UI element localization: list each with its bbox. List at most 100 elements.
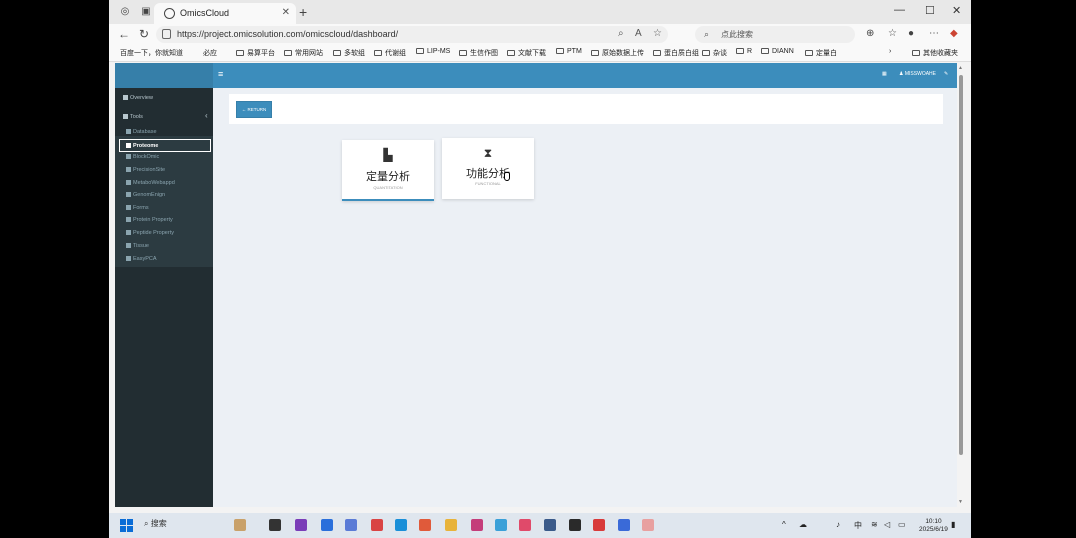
sidebar-toggle-icon[interactable]: ≡: [218, 69, 223, 79]
bookmark-item[interactable]: R: [736, 48, 752, 55]
sidebar-item-tools[interactable]: Tools: [123, 114, 143, 120]
edge-icon[interactable]: [395, 519, 407, 531]
copilot-icon[interactable]: ◆: [950, 28, 958, 39]
sidebar-item-precisionsite[interactable]: PrecisionSite: [126, 167, 165, 173]
bookmarks-bar: 百度一下，你就知道 必应 易算平台 常用网站 多软组 代谢组 LIP-MS 生信…: [109, 45, 971, 62]
workspaces-icon[interactable]: ◎: [119, 6, 131, 18]
onenote-icon[interactable]: [295, 519, 307, 531]
cloud-icon[interactable]: ☁: [799, 520, 807, 529]
bookmark-item[interactable]: LIP-MS: [416, 48, 450, 55]
scroll-up-icon[interactable]: ▲: [958, 65, 963, 71]
tray-overflow-icon[interactable]: ^: [782, 520, 786, 529]
profile-avatar[interactable]: ●: [908, 28, 914, 39]
mic-icon[interactable]: ♪: [836, 520, 840, 529]
sidebar-item-proteome[interactable]: Proteome: [119, 139, 211, 152]
bookmark-item[interactable]: 文献下载: [507, 48, 546, 58]
sidebar-item-blockomic[interactable]: BlockOmic: [126, 154, 159, 160]
other-bookmarks[interactable]: 其他收藏夹: [912, 48, 958, 58]
app-icon[interactable]: [495, 519, 507, 531]
bookmarks-overflow-icon[interactable]: ›: [889, 48, 891, 55]
sidebar-item-database[interactable]: Database: [126, 129, 157, 135]
bookmark-item[interactable]: 原始数据上传: [591, 48, 644, 58]
app-icon[interactable]: [618, 519, 630, 531]
window-close-icon[interactable]: ✕: [952, 4, 961, 17]
bookmark-item[interactable]: 代谢组: [374, 48, 406, 58]
read-aloud-icon[interactable]: A: [635, 28, 642, 39]
tab-title: OmicsCloud: [180, 8, 230, 18]
ime-indicator[interactable]: 中: [854, 520, 862, 531]
taskbar-search[interactable]: ⌕ 搜索: [144, 518, 167, 529]
bookmark-item[interactable]: PTM: [556, 48, 582, 55]
app-icon[interactable]: [345, 519, 357, 531]
app-icon[interactable]: [519, 519, 531, 531]
browser-tab[interactable]: OmicsCloud ✕: [154, 3, 296, 24]
extensions-icon[interactable]: ⊕: [866, 28, 874, 39]
file-explorer-icon[interactable]: [445, 519, 457, 531]
tab-actions-icon[interactable]: ▣: [140, 6, 152, 18]
bookmark-item[interactable]: 常用网站: [284, 48, 323, 58]
return-button[interactable]: ← RETURN: [236, 101, 272, 118]
wifi-icon[interactable]: ≋: [871, 520, 878, 529]
app-icon[interactable]: [569, 519, 581, 531]
app-icon[interactable]: [544, 519, 556, 531]
battery-icon[interactable]: ▭: [898, 520, 906, 529]
more-menu-icon[interactable]: ⋯: [929, 28, 939, 39]
pin-app-icon[interactable]: [321, 519, 333, 531]
favorite-star-icon[interactable]: ☆: [653, 28, 662, 39]
back-icon[interactable]: ←: [118, 27, 130, 41]
notification-icon[interactable]: ▮: [951, 520, 955, 529]
bookmark-item[interactable]: 定量白: [805, 48, 837, 58]
functional-card[interactable]: ⧗ 功能分析 FUNCTIONAL: [442, 138, 534, 199]
main-content: ← RETURN ▙ 定量分析 QUANTITATION ⧗ 功能分析 FUNC…: [213, 88, 957, 507]
bookmark-item[interactable]: 百度一下，你就知道: [120, 48, 183, 58]
refresh-icon[interactable]: ↻: [139, 27, 149, 41]
app-icon[interactable]: [642, 519, 654, 531]
bookmark-item[interactable]: 必应: [203, 48, 217, 58]
favorites-icon[interactable]: ☆: [888, 28, 897, 39]
sidebar-item-overview[interactable]: Overview: [123, 95, 153, 101]
sidebar-item-forms[interactable]: Forms: [126, 205, 149, 211]
collapse-chevron-icon[interactable]: ‹: [205, 111, 208, 120]
url-bar[interactable]: https://project.omicsolution.com/omicscl…: [156, 26, 668, 43]
app-icon[interactable]: [471, 519, 483, 531]
zoom-icon[interactable]: ⌕: [618, 28, 624, 39]
sidebar-item-easypca[interactable]: EasyPCA: [126, 256, 157, 262]
start-button[interactable]: [120, 519, 133, 532]
bar-chart-icon: ▙: [383, 148, 393, 162]
bookmark-item[interactable]: 蛋白质白组: [653, 48, 699, 58]
app-icon[interactable]: [371, 519, 383, 531]
clock[interactable]: 10:10 2025/6/19: [919, 518, 948, 534]
bookmark-item[interactable]: 生信作图: [459, 48, 498, 58]
card-title: 功能分析: [466, 168, 510, 180]
bookmark-item[interactable]: DIANN: [761, 48, 794, 55]
sidebar-item-tissue[interactable]: Tissue: [126, 243, 149, 249]
scroll-down-icon[interactable]: ▼: [958, 499, 963, 505]
widgets-icon[interactable]: [234, 519, 246, 531]
app-logo-area[interactable]: [115, 63, 213, 88]
bookmark-item[interactable]: 杂谈: [702, 48, 727, 58]
bookmark-item[interactable]: 易算平台: [236, 48, 275, 58]
close-tab-icon[interactable]: ✕: [282, 7, 290, 18]
sidebar-item-peptide-property[interactable]: Peptide Property: [126, 230, 174, 236]
user-menu[interactable]: ♟ MISSWOAHE: [899, 71, 936, 77]
app-icon[interactable]: [419, 519, 431, 531]
volume-icon[interactable]: ◁: [884, 520, 890, 529]
search-input[interactable]: ⌕ 点此搜索: [695, 26, 855, 43]
card-subtitle: FUNCTIONAL: [475, 181, 501, 186]
bookmark-item[interactable]: 多软组: [333, 48, 365, 58]
new-tab-button[interactable]: +: [299, 4, 307, 20]
sidebar-item-genomenign[interactable]: GenomEnign: [126, 192, 165, 198]
wps-icon[interactable]: [593, 519, 605, 531]
page-scrollbar[interactable]: ▲ ▼: [957, 63, 965, 507]
mouse-cursor: [504, 172, 510, 181]
sidebar: Overview Tools ‹ Database Proteome Block…: [115, 88, 213, 507]
sidebar-item-metabowebappd[interactable]: MetaboWebappd: [126, 180, 175, 186]
settings-icon[interactable]: ✎: [944, 71, 948, 77]
minimize-icon[interactable]: —: [894, 4, 905, 16]
task-view-icon[interactable]: [269, 519, 281, 531]
grid-icon[interactable]: ▦: [882, 71, 887, 77]
scroll-thumb[interactable]: [959, 75, 963, 455]
sidebar-item-protein-property[interactable]: Protein Property: [126, 217, 173, 223]
maximize-icon[interactable]: ☐: [925, 4, 935, 17]
quantitation-card[interactable]: ▙ 定量分析 QUANTITATION: [342, 140, 434, 201]
